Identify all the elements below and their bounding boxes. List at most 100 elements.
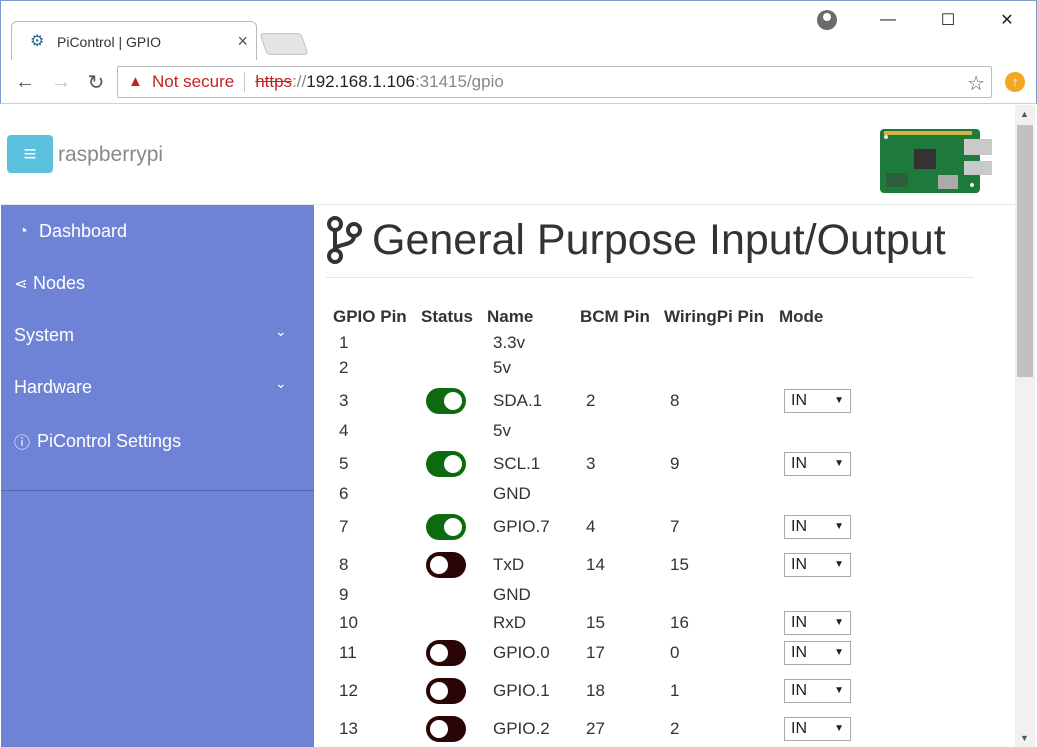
info-icon: ⓘ bbox=[13, 435, 30, 452]
mode-select[interactable]: IN bbox=[784, 452, 851, 476]
gpio-pin-cell: 12 bbox=[339, 681, 358, 700]
sidebar-item-picontrol-settings[interactable]: ⓘ PiControl Settings bbox=[13, 429, 181, 453]
mode-select[interactable]: IN bbox=[784, 641, 851, 665]
gpio-pin-cell: 11 bbox=[339, 643, 357, 662]
status-toggle[interactable] bbox=[426, 716, 466, 742]
close-icon[interactable]: × bbox=[237, 31, 248, 51]
maximize-icon[interactable]: ☐ bbox=[928, 7, 968, 33]
gpio-pin-cell: 13 bbox=[339, 719, 358, 738]
url-path: :31415/gpio bbox=[414, 72, 504, 91]
tab-title: PiControl | GPIO bbox=[57, 34, 162, 50]
bcm-pin-cell: 4 bbox=[586, 517, 596, 536]
gpio-pin-cell: 10 bbox=[339, 613, 358, 632]
page-viewport: ≡ raspberrypi ◔ Dashboard ⋖ Nodes System… bbox=[1, 105, 1015, 747]
gpio-pin-cell: 9 bbox=[339, 585, 349, 604]
sidebar-item-dashboard[interactable]: ◔ Dashboard bbox=[13, 221, 127, 242]
minimize-icon[interactable]: ― bbox=[868, 7, 908, 33]
chevron-down-icon[interactable]: ⌄ bbox=[275, 323, 287, 340]
sidebar: ◔ Dashboard ⋖ Nodes System ⌄ Hardware ⌄ … bbox=[1, 205, 314, 747]
status-toggle[interactable] bbox=[426, 388, 466, 414]
mode-select[interactable]: IN bbox=[784, 553, 851, 577]
scroll-up-arrow-icon[interactable]: ▲ bbox=[1020, 109, 1029, 119]
wiringpi-pin-cell: 16 bbox=[670, 613, 689, 632]
wiringpi-pin-cell: 0 bbox=[670, 643, 680, 662]
sidebar-item-label: PiControl Settings bbox=[37, 430, 182, 451]
mode-select[interactable]: IN bbox=[784, 717, 851, 741]
status-toggle[interactable] bbox=[426, 514, 466, 540]
pin-name-cell: TxD bbox=[493, 555, 525, 574]
address-bar[interactable]: ▲ Not secure https://192.168.1.106:31415… bbox=[117, 66, 992, 98]
page-header: ≡ raspberrypi bbox=[1, 105, 1015, 205]
column-header-mode: Mode bbox=[779, 307, 824, 326]
scroll-down-arrow-icon[interactable]: ▼ bbox=[1020, 733, 1029, 743]
status-toggle[interactable] bbox=[426, 451, 466, 477]
brand-name[interactable]: raspberrypi bbox=[58, 143, 163, 167]
page-title-text: General Purpose Input/Output bbox=[372, 215, 946, 264]
share-icon: ⋖ bbox=[14, 275, 28, 293]
pin-name-cell: 5v bbox=[493, 358, 511, 377]
profile-icon[interactable] bbox=[817, 10, 837, 30]
new-tab-button[interactable] bbox=[259, 33, 309, 55]
wiringpi-pin-cell: 1 bbox=[670, 681, 680, 700]
title-divider bbox=[326, 277, 974, 278]
code-branch-icon bbox=[327, 216, 362, 264]
column-header-bcm-pin: BCM Pin bbox=[580, 307, 650, 326]
chevron-down-icon[interactable]: ⌄ bbox=[275, 375, 287, 392]
status-toggle[interactable] bbox=[426, 640, 466, 666]
pin-name-cell: GND bbox=[493, 484, 531, 503]
bcm-pin-cell: 14 bbox=[586, 555, 605, 574]
status-toggle[interactable] bbox=[426, 678, 466, 704]
bcm-pin-cell: 17 bbox=[586, 643, 605, 662]
scroll-thumb[interactable] bbox=[1017, 125, 1033, 377]
bcm-pin-cell: 15 bbox=[586, 613, 605, 632]
mode-select[interactable]: IN bbox=[784, 611, 851, 635]
close-window-icon[interactable]: ✕ bbox=[987, 7, 1027, 33]
column-header-wiringpi-pin: WiringPi Pin bbox=[664, 307, 764, 326]
mode-select[interactable]: IN bbox=[784, 515, 851, 539]
back-arrow-icon[interactable]: ← bbox=[11, 68, 39, 96]
bcm-pin-cell: 3 bbox=[586, 454, 596, 473]
sidebar-item-label: Nodes bbox=[33, 273, 86, 293]
sidebar-divider bbox=[1, 490, 314, 491]
warning-icon: ▲ bbox=[128, 73, 143, 90]
dashboard-icon: ◔ bbox=[18, 222, 28, 240]
column-header-name: Name bbox=[487, 307, 534, 326]
wiringpi-pin-cell: 9 bbox=[670, 454, 680, 473]
security-label[interactable]: Not secure bbox=[152, 72, 234, 92]
browser-toolbar: ← → ↻ ▲ Not secure https://192.168.1.106… bbox=[0, 60, 1037, 104]
gpio-pin-cell: 7 bbox=[339, 517, 349, 536]
gpio-pin-cell: 3 bbox=[339, 391, 349, 410]
gpio-pin-cell: 1 bbox=[339, 333, 349, 352]
browser-tab[interactable]: ⚙ PiControl | GPIO × bbox=[11, 21, 257, 61]
gpio-pin-cell: 4 bbox=[339, 421, 349, 440]
sidebar-item-nodes[interactable]: ⋖ Nodes bbox=[13, 273, 85, 294]
menu-toggle-button[interactable]: ≡ bbox=[7, 135, 53, 173]
wiringpi-pin-cell: 8 bbox=[670, 391, 680, 410]
sidebar-item-label: System bbox=[14, 325, 75, 345]
url-scheme: https bbox=[255, 72, 293, 91]
mode-select[interactable]: IN bbox=[784, 679, 851, 703]
star-icon[interactable]: ☆ bbox=[967, 71, 985, 96]
settings-cogs-icon: ⚙ bbox=[30, 33, 45, 50]
status-toggle[interactable] bbox=[426, 552, 466, 578]
update-icon[interactable]: ↑ bbox=[1005, 72, 1025, 92]
pin-name-cell: GPIO.1 bbox=[493, 681, 550, 700]
vertical-scrollbar[interactable]: ▲ ▼ bbox=[1015, 105, 1035, 747]
sidebar-item-system[interactable]: System bbox=[14, 325, 74, 346]
bcm-pin-cell: 27 bbox=[586, 719, 605, 738]
url-scheme-separator: :// bbox=[292, 72, 307, 91]
mode-select[interactable]: IN bbox=[784, 389, 851, 413]
main-content: General Purpose Input/Output GPIO Pin St… bbox=[314, 205, 1015, 747]
pin-name-cell: 3.3v bbox=[493, 333, 526, 352]
pin-name-cell: GPIO.0 bbox=[493, 643, 550, 662]
gpio-pin-cell: 6 bbox=[339, 484, 349, 503]
forward-arrow-icon[interactable]: → bbox=[47, 68, 75, 96]
wiringpi-pin-cell: 7 bbox=[670, 517, 680, 536]
reload-icon[interactable]: ↻ bbox=[82, 68, 110, 96]
raspberry-pi-logo-image bbox=[880, 129, 992, 193]
pin-name-cell: GPIO.7 bbox=[493, 517, 550, 536]
pin-name-cell: RxD bbox=[493, 613, 527, 632]
sidebar-item-hardware[interactable]: Hardware bbox=[14, 377, 92, 398]
gpio-pin-cell: 8 bbox=[339, 555, 349, 574]
gpio-pin-cell: 2 bbox=[339, 358, 349, 377]
